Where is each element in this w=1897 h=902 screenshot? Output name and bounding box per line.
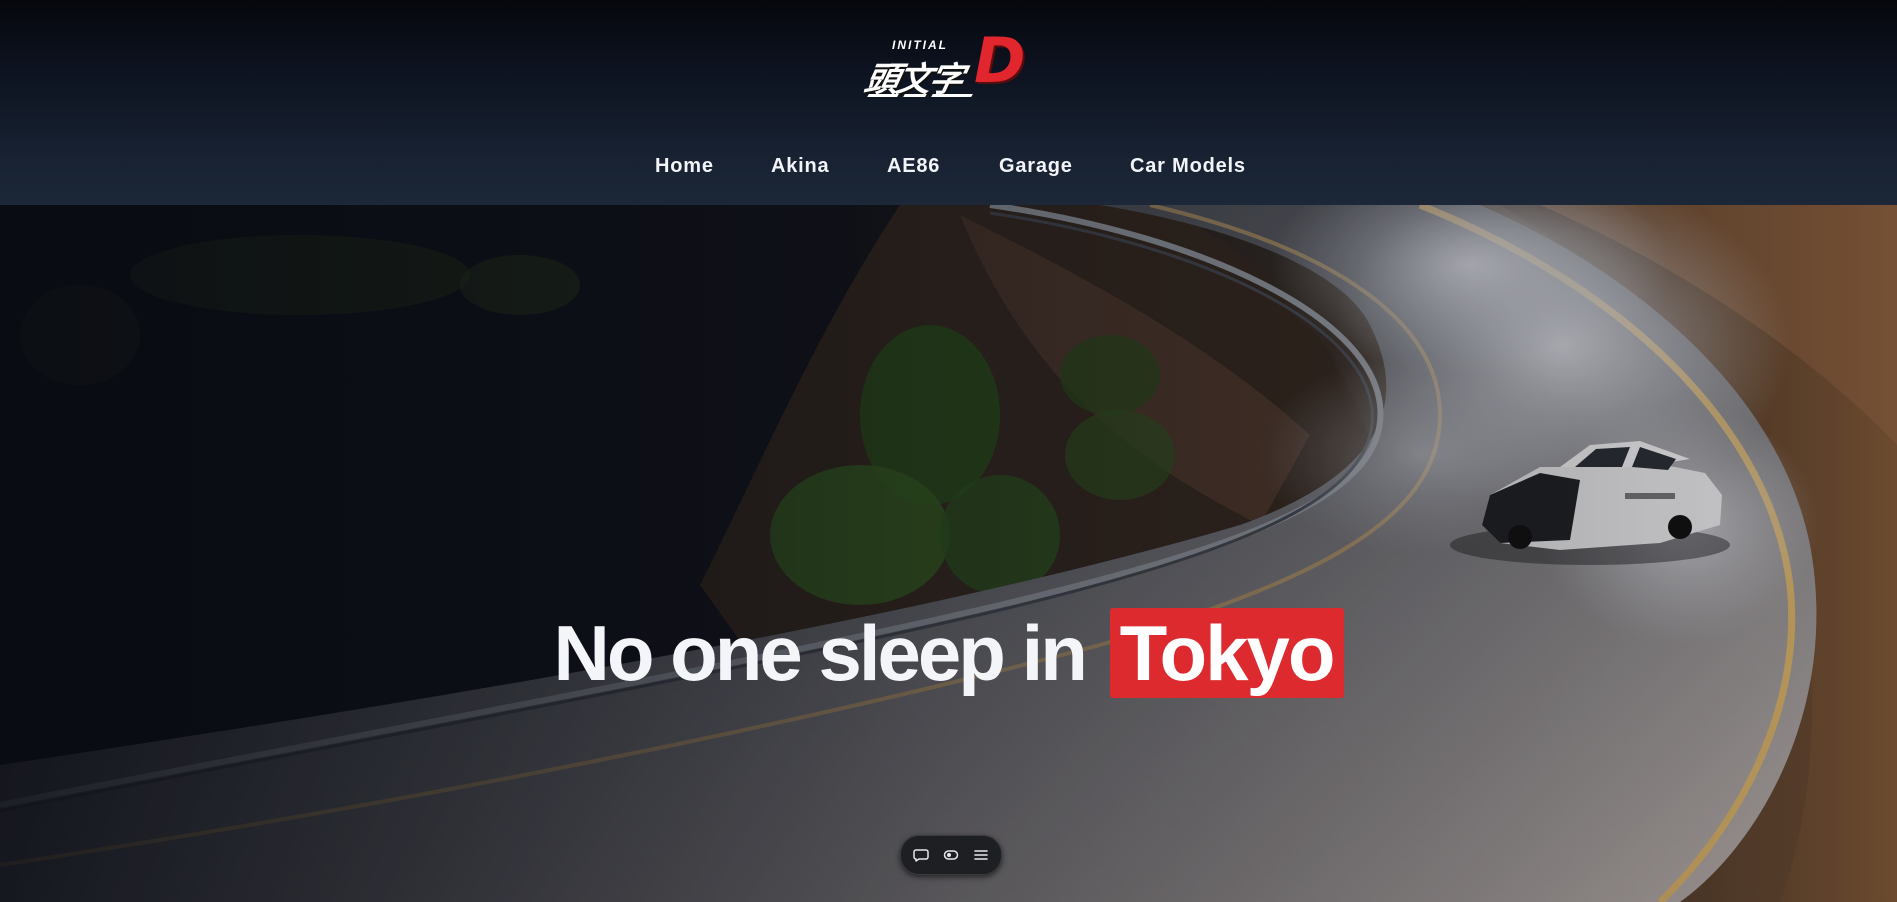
nav-link-home[interactable]: Home	[655, 155, 714, 178]
logo-superscript: INITIAL	[892, 38, 948, 52]
nav-link-car-models[interactable]: Car Models	[1130, 155, 1246, 178]
site-header: INITIAL 頭文字 D Home Akina AE86 Garage Car…	[0, 0, 1897, 205]
nav-link-garage[interactable]: Garage	[999, 155, 1073, 178]
hero-headline: No one sleep in Tokyo	[0, 608, 1897, 698]
nav-link-ae86[interactable]: AE86	[887, 155, 940, 178]
logo-stripe	[903, 94, 927, 97]
nav-link-akina[interactable]: Akina	[771, 155, 829, 178]
headline-text: No one sleep in	[553, 609, 1087, 697]
page: INITIAL 頭文字 D Home Akina AE86 Garage Car…	[0, 0, 1897, 902]
hero-background-image	[0, 205, 1897, 902]
logo-stripe	[931, 94, 973, 97]
initial-d-logo[interactable]: INITIAL 頭文字 D	[861, 30, 1038, 104]
logo-letter-d: D	[974, 24, 1026, 97]
floating-toolbar	[900, 835, 1002, 875]
main-nav: Home Akina AE86 Garage Car Models	[0, 155, 1897, 181]
toggle-icon[interactable]	[941, 845, 961, 865]
logo-stripe	[867, 94, 899, 97]
menu-icon[interactable]	[971, 845, 991, 865]
hero-section	[0, 205, 1897, 902]
comment-icon[interactable]	[911, 845, 931, 865]
headline-highlight-tokyo: Tokyo	[1109, 608, 1344, 698]
